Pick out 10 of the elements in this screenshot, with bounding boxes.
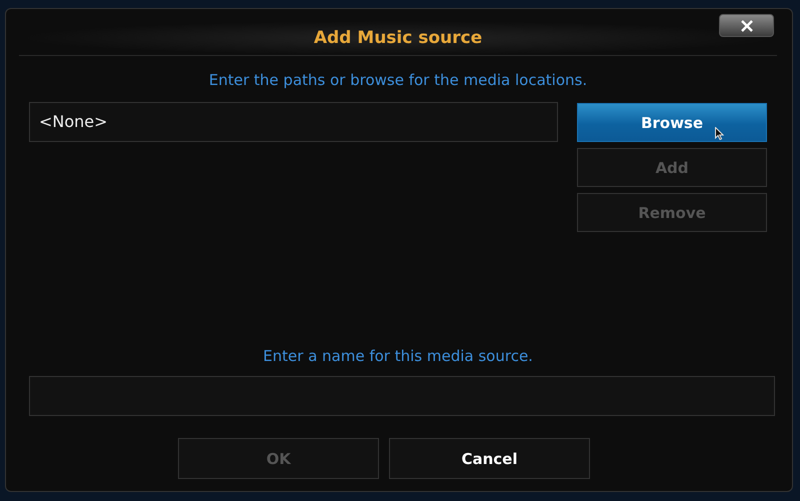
- close-button[interactable]: [719, 14, 774, 37]
- dialog-button[interactable]: Browse: [577, 103, 767, 142]
- name-prompt: Enter a name for this media source.: [262, 347, 534, 365]
- paths-prompt: Enter the paths or browse for the media locations.: [208, 71, 588, 89]
- name-input-field[interactable]: [29, 376, 775, 416]
- mouse-pointer-icon: [715, 127, 724, 140]
- close-icon: [740, 20, 752, 32]
- dialog-title: Add Music source: [314, 28, 482, 48]
- dialog-button[interactable]: Cancel: [389, 438, 590, 479]
- path-item[interactable]: <None>: [30, 103, 557, 140]
